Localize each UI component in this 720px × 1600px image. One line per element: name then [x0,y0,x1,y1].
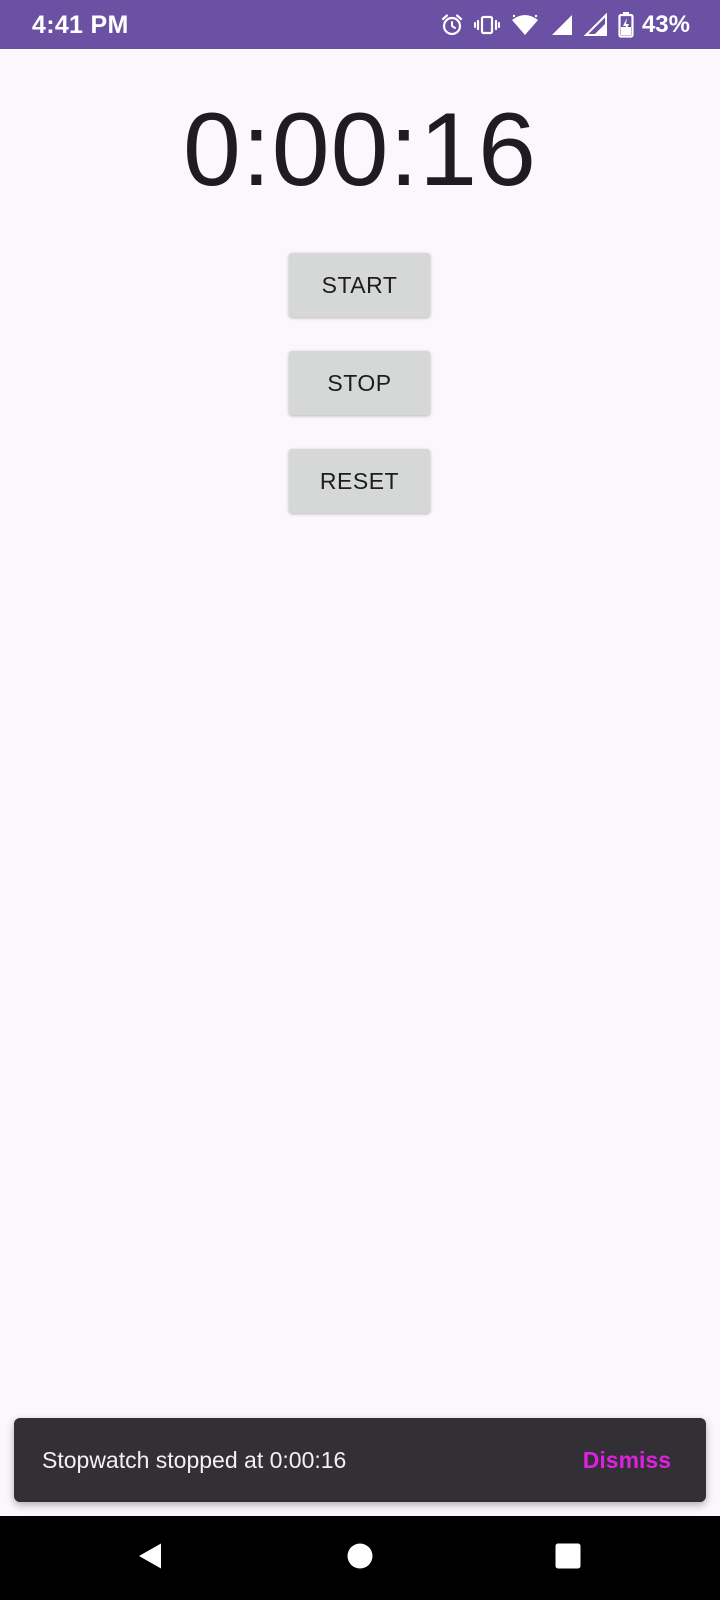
wifi-icon [510,13,540,37]
start-button[interactable]: START [289,253,430,317]
navigation-bar [0,1516,720,1600]
recents-button[interactable] [520,1516,616,1600]
reset-button[interactable]: RESET [289,449,430,513]
stop-button[interactable]: STOP [289,351,430,415]
battery-percent: 43% [641,11,690,38]
status-time: 4:41 PM [32,11,129,39]
back-icon [136,1542,164,1575]
signal-icon [550,13,574,37]
signal-icon [583,13,608,37]
status-icons: 43% [440,10,690,40]
stopwatch-display: 0:00:16 [183,92,537,208]
home-button[interactable] [312,1516,408,1600]
snackbar: Stopwatch stopped at 0:00:16 Dismiss [14,1418,706,1502]
snackbar-message: Stopwatch stopped at 0:00:16 [42,1447,347,1473]
battery-charging-icon [618,12,634,38]
dismiss-button[interactable]: Dismiss [583,1418,671,1502]
recents-icon [554,1542,582,1575]
home-icon [346,1542,374,1575]
back-button[interactable] [102,1516,198,1600]
vibrate-icon [473,13,500,37]
status-bar: 4:41 PM 43% [0,0,720,49]
alarm-icon [440,13,464,37]
